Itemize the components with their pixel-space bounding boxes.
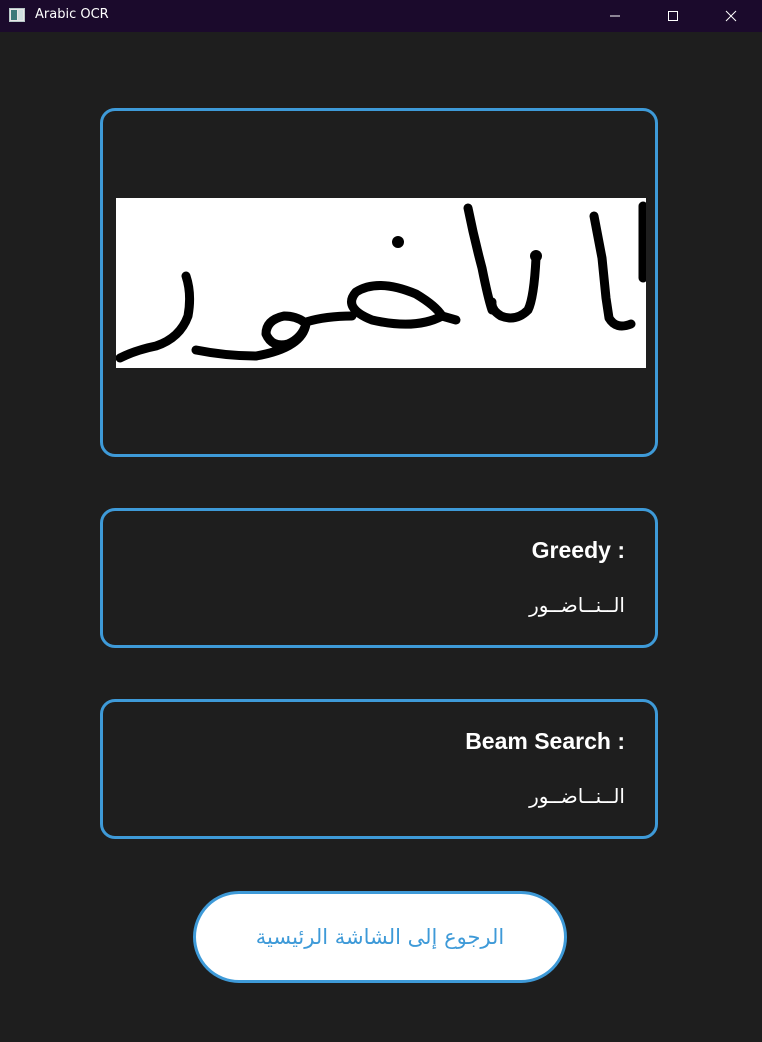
handwriting-image: [116, 201, 646, 363]
greedy-label: Greedy :: [531, 537, 625, 563]
beam-search-label: Beam Search :: [465, 728, 625, 754]
input-image-card: [100, 108, 658, 457]
maximize-button[interactable]: [644, 0, 702, 32]
handwritten-word-image: [116, 198, 646, 368]
close-icon: [725, 10, 737, 22]
beam-search-value: الــنــاضــور: [529, 784, 625, 808]
window-title: Arabic OCR: [35, 7, 109, 22]
app-icon: [9, 8, 25, 22]
greedy-result-card: Greedy : الــنــاضــور: [100, 508, 658, 648]
maximize-icon: [668, 11, 678, 21]
beam-search-result-card: Beam Search : الــنــاضــور: [100, 699, 658, 839]
title-bar: Arabic OCR: [0, 0, 762, 32]
close-button[interactable]: [702, 0, 760, 32]
greedy-value: الــنــاضــور: [529, 593, 625, 617]
minimize-icon: [610, 15, 620, 17]
back-to-main-button[interactable]: الرجوع إلى الشاشة الرئيسية: [193, 891, 567, 983]
minimize-button[interactable]: [586, 0, 644, 32]
